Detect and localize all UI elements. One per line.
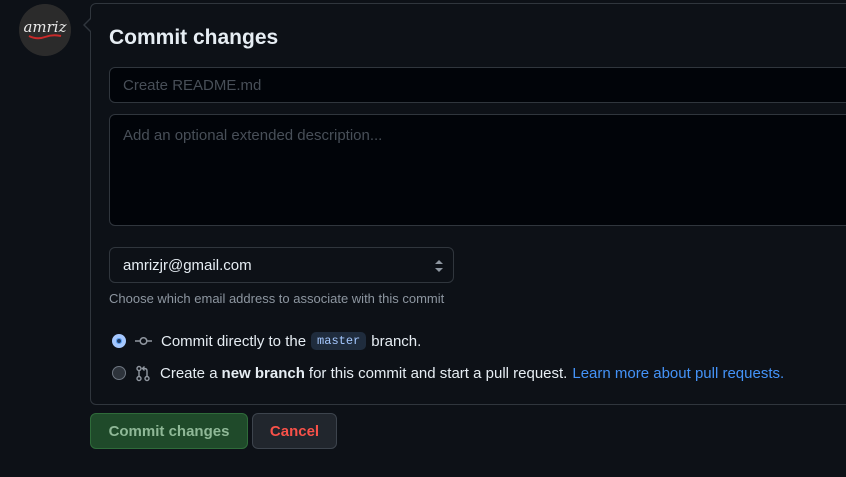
option-commit-direct[interactable]: Commit directly to the master branch. xyxy=(112,330,421,352)
option-new-branch-bold: new branch xyxy=(221,364,305,382)
git-pull-request-icon xyxy=(135,365,151,382)
page-title: Commit changes xyxy=(109,26,279,49)
option-commit-direct-label: Commit directly to the xyxy=(161,332,307,350)
radio-new-branch[interactable] xyxy=(112,366,126,380)
select-arrows-icon xyxy=(435,260,443,272)
avatar-logo: amriz xyxy=(19,4,71,56)
commit-changes-button[interactable]: Commit changes xyxy=(90,413,248,449)
option-new-branch-prefix: Create a xyxy=(160,364,218,382)
radio-commit-direct[interactable] xyxy=(112,334,126,348)
option-new-branch-label: for this commit and start a pull request… xyxy=(308,364,568,382)
option-commit-direct-suffix: branch. xyxy=(371,332,422,350)
learn-more-link[interactable]: Learn more about pull requests. xyxy=(572,365,784,382)
option-new-branch[interactable]: Create a new branch for this commit and … xyxy=(112,362,784,384)
email-select-value: amrizjr@gmail.com xyxy=(123,256,252,274)
email-select[interactable]: amrizjr@gmail.com xyxy=(109,247,454,283)
commit-description-textarea[interactable] xyxy=(109,114,846,226)
commit-summary-input[interactable] xyxy=(109,67,846,103)
cancel-button[interactable]: Cancel xyxy=(252,413,337,449)
avatar-text: amriz xyxy=(23,18,66,36)
panel-caret-inner xyxy=(85,18,92,32)
avatar[interactable]: amriz xyxy=(19,4,71,56)
branch-name-badge: master xyxy=(311,332,367,350)
git-commit-icon xyxy=(135,336,152,346)
email-help-text: Choose which email address to associate … xyxy=(109,291,445,306)
